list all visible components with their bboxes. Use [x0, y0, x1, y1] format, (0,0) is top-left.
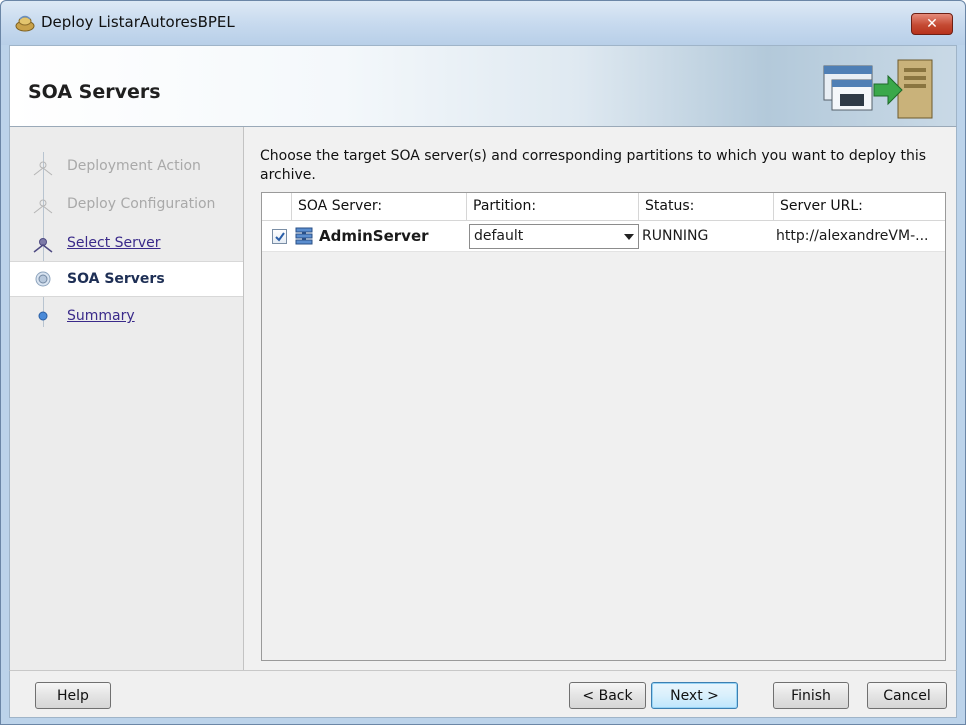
finish-button[interactable]: Finish: [773, 682, 849, 709]
deploy-dialog: Deploy ListarAutoresBPEL ✕ SOA Servers D…: [0, 0, 966, 725]
step-person-icon: [33, 238, 53, 253]
step-person-icon: [33, 199, 53, 214]
help-button[interactable]: Help: [35, 682, 111, 709]
server-icon: [295, 227, 313, 245]
nav-item-soa-servers[interactable]: SOA Servers: [10, 261, 243, 297]
nav-item-deployment-action: Deployment Action: [10, 149, 243, 185]
server-url: http://alexandreVM-...: [776, 228, 929, 244]
column-header-server-url[interactable]: Server URL:: [774, 193, 945, 221]
nav-item-deploy-configuration: Deploy Configuration: [10, 187, 243, 223]
table-row[interactable]: AdminServer default RUNNING http://alexa…: [262, 221, 945, 252]
partition-value: default: [474, 228, 524, 244]
column-header-soa-server[interactable]: SOA Server:: [292, 193, 467, 221]
button-bar: Help < Back Next > Finish Cancel: [9, 670, 957, 718]
app-icon: [15, 15, 35, 32]
nav-item-label: SOA Servers: [67, 271, 165, 287]
current-step-icon: [35, 271, 51, 287]
nav-item-summary[interactable]: Summary: [10, 299, 243, 335]
window-title: Deploy ListarAutoresBPEL: [41, 13, 235, 31]
header-banner: SOA Servers: [9, 45, 957, 127]
back-button[interactable]: < Back: [569, 682, 646, 709]
nav-item-label: Deploy Configuration: [67, 196, 216, 212]
table-header: SOA Server: Partition: Status: Server UR…: [262, 193, 945, 221]
wizard-step-nav: Deployment Action Deploy Configuration S…: [10, 127, 244, 670]
next-button[interactable]: Next >: [651, 682, 738, 709]
instruction-text: Choose the target SOA server(s) and corr…: [260, 148, 927, 183]
close-icon: ✕: [926, 16, 938, 32]
soa-server-table: SOA Server: Partition: Status: Server UR…: [261, 192, 946, 661]
server-status: RUNNING: [642, 228, 709, 244]
server-select-checkbox[interactable]: [272, 229, 287, 244]
title-bar[interactable]: Deploy ListarAutoresBPEL ✕: [1, 1, 965, 45]
dialog-body: Deployment Action Deploy Configuration S…: [9, 127, 957, 670]
cancel-button[interactable]: Cancel: [867, 682, 947, 709]
page-title: SOA Servers: [28, 81, 161, 103]
column-header-partition[interactable]: Partition:: [467, 193, 639, 221]
close-button[interactable]: ✕: [911, 13, 953, 35]
column-header-status[interactable]: Status:: [639, 193, 774, 221]
nav-item-label[interactable]: Summary: [67, 308, 135, 324]
server-name: AdminServer: [319, 227, 429, 245]
column-header-select: [262, 193, 292, 221]
partition-dropdown[interactable]: default: [469, 224, 639, 249]
main-panel: Choose the target SOA server(s) and corr…: [244, 127, 957, 670]
step-person-icon: [33, 161, 53, 176]
step-dot-icon: [38, 311, 48, 321]
deploy-to-server-icon: [823, 59, 933, 119]
check-icon: [275, 232, 285, 242]
nav-item-label[interactable]: Select Server: [67, 235, 161, 251]
nav-item-select-server[interactable]: Select Server: [10, 226, 243, 262]
nav-item-label: Deployment Action: [67, 158, 201, 174]
chevron-down-icon[interactable]: [624, 234, 634, 240]
